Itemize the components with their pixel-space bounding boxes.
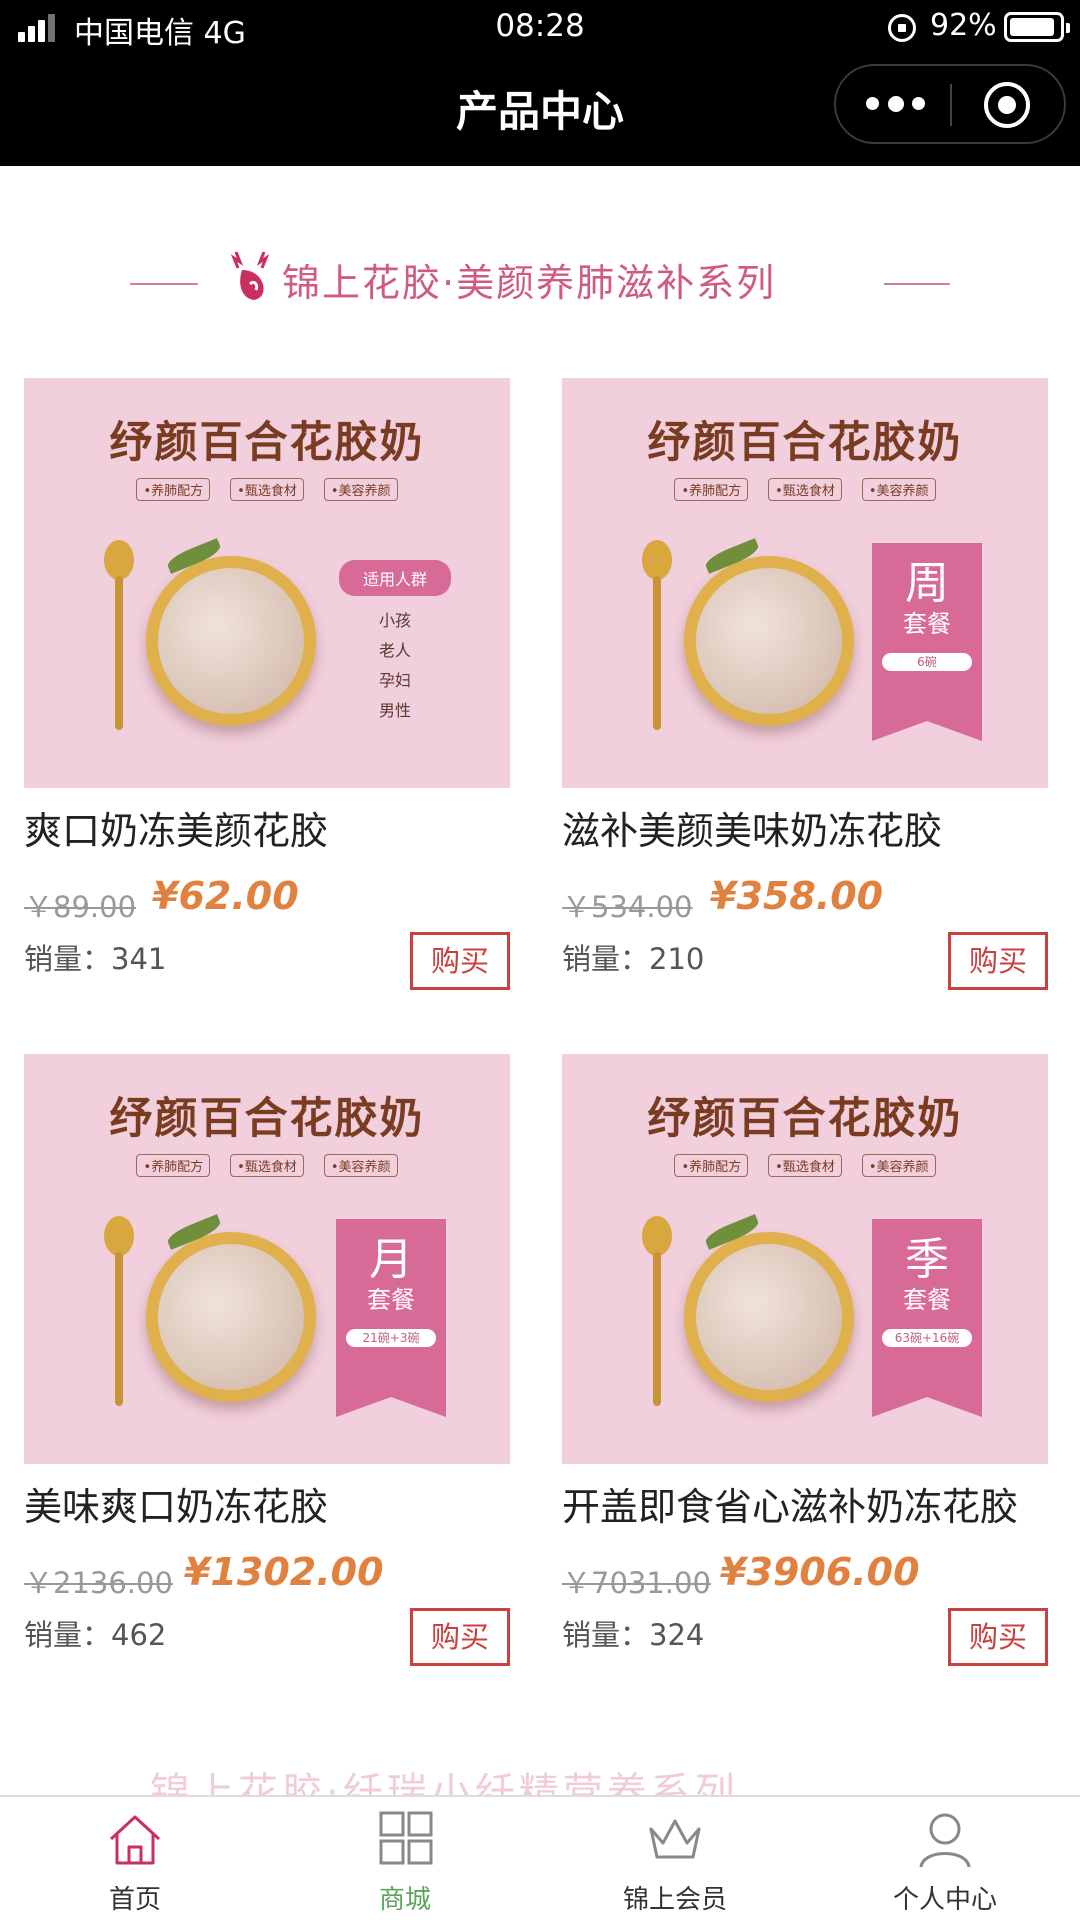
buy-button[interactable]: 购买 <box>410 932 510 990</box>
top-bar: 中国电信 4G 08:28 92% 产品中心 <box>0 0 1080 166</box>
package-period: 月 <box>369 1234 413 1285</box>
more-options-button[interactable] <box>866 94 926 114</box>
user-icon <box>919 1813 971 1868</box>
product-name[interactable]: 爽口奶冻美颜花胶 <box>24 800 328 855</box>
bowl-illustration <box>684 1214 854 1402</box>
audience-item: 男性 <box>378 701 411 720</box>
banner-tag: •甄选食材 <box>768 1154 842 1177</box>
banner-heading: 纾颜百合花胶奶 <box>647 1094 963 1144</box>
sales-count: 销量：210 <box>562 942 705 976</box>
package-period: 周 <box>905 558 949 609</box>
bowl-illustration <box>146 1214 316 1402</box>
battery-icon <box>1004 12 1070 42</box>
banner-tag: •养肺配方 <box>136 478 211 501</box>
original-price: ￥7031.00 <box>562 1566 711 1600</box>
bowl-illustration <box>684 538 854 726</box>
sale-price: ¥62.00 <box>152 874 299 918</box>
package-badge: 季 套餐 63碗+16碗 <box>872 1219 982 1417</box>
audience-item: 小孩 <box>378 611 411 630</box>
sales-count: 销量：341 <box>24 942 167 976</box>
banner-tag: •美容养颜 <box>861 1154 936 1177</box>
status-time: 08:28 <box>495 8 585 44</box>
package-qty: 63碗+16碗 <box>882 1329 972 1347</box>
divider-right <box>884 283 950 285</box>
bowl-illustration <box>146 538 316 726</box>
grid-icon <box>379 1811 433 1865</box>
sales-count: 销量：462 <box>24 1618 167 1652</box>
product-name[interactable]: 开盖即食省心滋补奶冻花胶 <box>562 1476 1018 1531</box>
buy-button[interactable]: 购买 <box>410 1608 510 1666</box>
package-badge: 周 套餐 6碗 <box>872 543 982 741</box>
product-name[interactable]: 美味爽口奶冻花胶 <box>24 1476 328 1531</box>
banner-heading: 纾颜百合花胶奶 <box>647 418 963 468</box>
status-bar: 中国电信 4G 08:28 92% <box>0 0 1080 56</box>
package-qty: 6碗 <box>882 653 972 671</box>
rotation-lock-icon <box>888 14 916 42</box>
spoon-illustration <box>104 540 134 730</box>
banner-tags: •养肺配方 •甄选食材 •美容养颜 <box>24 478 510 501</box>
banner-tag: •美容养颜 <box>861 478 936 501</box>
spoon-illustration <box>642 1216 672 1406</box>
banner-tag: •甄选食材 <box>230 1154 304 1177</box>
banner-tag: •甄选食材 <box>230 478 304 501</box>
tab-label: 个人中心 <box>892 1885 997 1915</box>
banner-tags: •养肺配方 •甄选食材 •美容养颜 <box>24 1154 510 1177</box>
deer-logo-icon <box>230 251 270 300</box>
tab-bar: 首页 商城 锦上会员 个人中心 <box>0 1795 1080 1920</box>
sale-price: ¥358.00 <box>710 874 884 918</box>
buy-button[interactable]: 购买 <box>948 1608 1048 1666</box>
home-icon <box>109 1815 161 1865</box>
tab-home[interactable]: 首页 <box>0 1797 270 1920</box>
banner-tags: •养肺配方 •甄选食材 •美容养颜 <box>562 478 1048 501</box>
sale-price: ¥3906.00 <box>720 1550 920 1594</box>
banner-tag: •养肺配方 <box>674 1154 749 1177</box>
tab-mall[interactable]: 商城 <box>270 1797 540 1920</box>
banner-tag: •养肺配方 <box>674 478 749 501</box>
tab-label: 锦上会员 <box>622 1885 727 1915</box>
original-price: ￥2136.00 <box>24 1566 173 1600</box>
buy-button[interactable]: 购买 <box>948 932 1048 990</box>
crown-icon <box>649 1819 701 1859</box>
banner-heading: 纾颜百合花胶奶 <box>109 418 425 468</box>
banner-tag: •美容养颜 <box>323 478 398 501</box>
tab-label: 首页 <box>108 1885 161 1915</box>
package-badge: 月 套餐 21碗+3碗 <box>336 1219 446 1417</box>
capsule-divider <box>950 84 952 126</box>
audience-box: 适用人群 小孩 老人 孕妇 男性 <box>339 560 451 726</box>
package-label: 套餐 <box>903 1286 951 1314</box>
divider-left <box>130 283 198 285</box>
sales-count: 销量：324 <box>562 1618 705 1652</box>
spoon-illustration <box>104 1216 134 1406</box>
miniprogram-capsule <box>834 64 1066 144</box>
section-title: 锦上花胶·美颜养肺滋补系列 <box>282 261 777 305</box>
audience-item: 孕妇 <box>378 671 411 690</box>
audience-item: 老人 <box>378 641 411 660</box>
audience-title: 适用人群 <box>339 560 451 596</box>
tab-label: 商城 <box>378 1885 431 1915</box>
banner-tags: •养肺配方 •甄选食材 •美容养颜 <box>562 1154 1048 1177</box>
banner-heading: 纾颜百合花胶奶 <box>109 1094 425 1144</box>
banner-tag: •美容养颜 <box>323 1154 398 1177</box>
product-image[interactable]: 纾颜百合花胶奶 •养肺配方 •甄选食材 •美容养颜 周 套餐 6碗 <box>562 378 1048 788</box>
product-image[interactable]: 纾颜百合花胶奶 •养肺配方 •甄选食材 •美容养颜 月 套餐 21碗+3碗 <box>24 1054 510 1464</box>
sale-price: ¥1302.00 <box>184 1550 384 1594</box>
package-label: 套餐 <box>903 610 951 638</box>
battery-percent: 92% <box>930 8 997 43</box>
product-image[interactable]: 纾颜百合花胶奶 •养肺配方 •甄选食材 •美容养颜 适用人群 小孩 老人 孕妇 男性 <box>24 378 510 788</box>
original-price: ￥534.00 <box>562 890 693 924</box>
product-image[interactable]: 纾颜百合花胶奶 •养肺配方 •甄选食材 •美容养颜 季 套餐 63碗+16碗 <box>562 1054 1048 1464</box>
banner-tag: •甄选食材 <box>768 478 842 501</box>
tab-membership[interactable]: 锦上会员 <box>540 1797 810 1920</box>
package-qty: 21碗+3碗 <box>346 1329 436 1347</box>
close-miniprogram-button[interactable] <box>984 82 1030 128</box>
banner-tag: •养肺配方 <box>136 1154 211 1177</box>
package-period: 季 <box>905 1234 949 1285</box>
spoon-illustration <box>642 540 672 730</box>
section-header: 锦上花胶·美颜养肺滋补系列 <box>0 248 1080 308</box>
package-label: 套餐 <box>367 1286 415 1314</box>
original-price: ￥89.00 <box>24 890 137 924</box>
product-name[interactable]: 滋补美颜美味奶冻花胶 <box>562 800 942 855</box>
tab-profile[interactable]: 个人中心 <box>810 1797 1080 1920</box>
